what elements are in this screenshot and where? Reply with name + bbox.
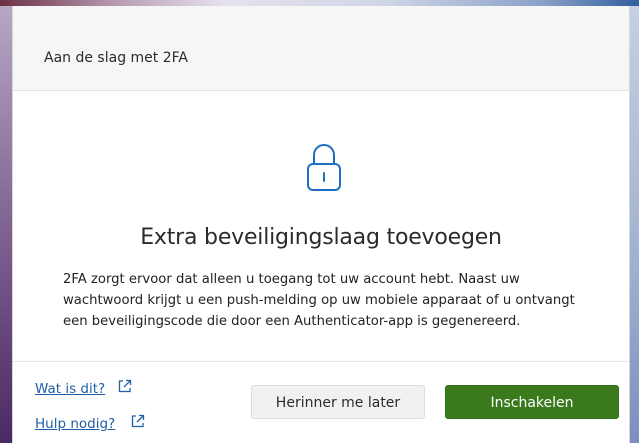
dialog-header: Aan de slag met 2FA <box>13 6 629 91</box>
external-link-icon[interactable] <box>130 413 146 429</box>
footer-divider <box>13 361 629 362</box>
background-left-edge <box>0 6 12 443</box>
external-link-icon[interactable] <box>117 378 133 394</box>
what-is-this-link[interactable]: Wat is dit? <box>35 381 105 397</box>
dialog-description: 2FA zorgt ervoor dat alleen u toegang to… <box>63 272 575 329</box>
enable-button[interactable]: Inschakelen <box>445 385 619 419</box>
dialog-title: Aan de slag met 2FA <box>44 50 188 66</box>
two-factor-dialog: Aan de slag met 2FA Extra beveiligingsla… <box>12 6 630 443</box>
background-right-edge <box>630 6 639 443</box>
dialog-headline: Extra beveiligingslaag toevoegen <box>140 225 502 250</box>
remind-me-later-button[interactable]: Herinner me later <box>251 385 425 419</box>
need-help-link[interactable]: Hulp nodig? <box>35 416 115 432</box>
lock-icon <box>307 144 341 191</box>
